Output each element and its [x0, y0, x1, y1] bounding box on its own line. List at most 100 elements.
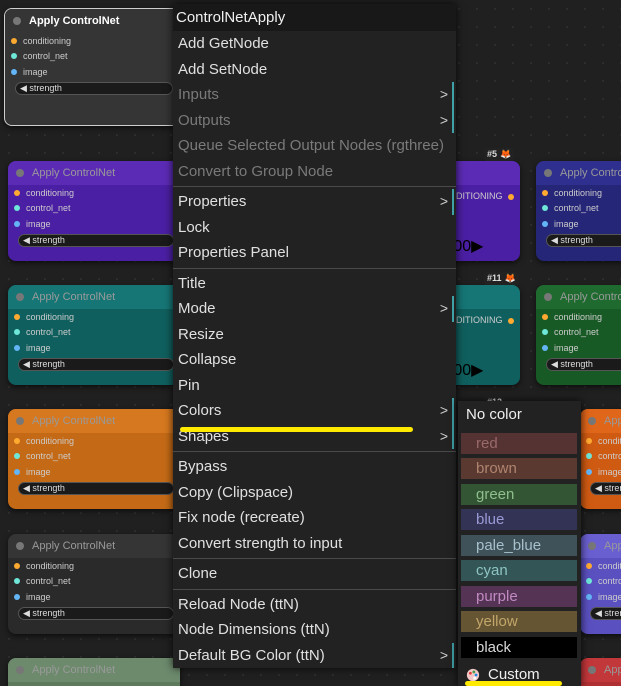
strength-widget[interactable]: ◀ strength — [18, 357, 174, 371]
controlnet-node[interactable]: Apply ControlNet — [580, 658, 621, 686]
strength-widget[interactable]: ◀ strength — [18, 481, 174, 495]
node-header[interactable]: Apply ControlNet — [580, 534, 621, 558]
input-slot-dot[interactable] — [14, 453, 20, 460]
input-slot-dot[interactable] — [586, 453, 592, 460]
menu-item-resize[interactable]: Resize — [173, 322, 456, 348]
node-input-conditioning[interactable]: conditioning — [8, 185, 180, 201]
node-header[interactable]: Apply ControlNet — [8, 285, 180, 309]
node-header[interactable]: Apply ControlNet — [536, 285, 621, 309]
strength-widget[interactable]: ◀ strength — [18, 606, 174, 620]
colors-option-pale-blue[interactable]: pale_blue — [461, 534, 577, 556]
node-input-image[interactable]: image — [8, 340, 180, 356]
node-input-conditioning[interactable]: conditioning — [8, 558, 180, 574]
node-header[interactable]: Apply ControlNet — [8, 161, 180, 185]
node-collapse-dot[interactable] — [16, 666, 24, 674]
node-input-conditioning[interactable]: conditioning — [5, 33, 179, 49]
menu-item-convert-strength-to-input[interactable]: Convert strength to input — [173, 531, 456, 557]
menu-item-lock[interactable]: Lock — [173, 215, 456, 241]
node-collapse-dot[interactable] — [588, 417, 596, 425]
input-slot-dot[interactable] — [542, 344, 548, 351]
strength-widget[interactable]: ◀ strength — [546, 357, 621, 371]
node-input-control-net[interactable]: control_net — [8, 449, 180, 465]
node-collapse-dot[interactable] — [588, 542, 596, 550]
input-slot-dot[interactable] — [14, 220, 20, 227]
input-slot-dot[interactable] — [586, 578, 592, 585]
menu-item-title[interactable]: Title — [173, 271, 456, 297]
menu-item-properties-panel[interactable]: Properties Panel — [173, 240, 456, 266]
input-slot-dot[interactable] — [586, 468, 592, 475]
input-slot-dot[interactable] — [14, 437, 20, 444]
input-slot-dot[interactable] — [542, 329, 548, 336]
controlnet-node[interactable]: Apply ControlNet — [8, 658, 180, 686]
colors-option-brown[interactable]: brown — [461, 458, 577, 479]
controlnet-node[interactable]: Apply ControlNet conditioning control_neti… — [8, 409, 180, 509]
node-input-conditioning[interactable]: conditioning — [536, 309, 621, 325]
input-slot-dot[interactable] — [11, 68, 17, 75]
menu-item-reload-node-ttn[interactable]: Reload Node (ttN) — [173, 592, 456, 618]
menu-item-node-dimensions-ttn[interactable]: Node Dimensions (ttN) — [173, 617, 456, 643]
input-slot-dot[interactable] — [586, 593, 592, 600]
node-input-image[interactable]: image — [8, 464, 180, 480]
input-slot-dot[interactable] — [14, 189, 20, 196]
controlnet-node[interactable]: Apply ControlNet conditioning control_neti… — [536, 285, 621, 385]
node-input-image[interactable]: image — [536, 340, 621, 356]
input-slot-dot[interactable] — [11, 53, 17, 60]
output-slot-dot[interactable] — [507, 317, 514, 324]
menu-item-mode[interactable]: Mode > — [173, 296, 456, 322]
node-input-control-net[interactable]: control_net — [580, 574, 621, 590]
strength-widget[interactable]: ◀ strength — [546, 233, 621, 247]
node-input-image[interactable]: image — [5, 64, 179, 80]
controlnet-node[interactable]: Apply ControlNet conditioning control_neti… — [580, 534, 621, 634]
colors-option-green[interactable]: green — [461, 483, 577, 505]
strength-widget[interactable]: ◀ strength — [15, 81, 173, 95]
menu-item-bypass[interactable]: Bypass — [173, 454, 456, 480]
input-slot-dot[interactable] — [11, 37, 17, 44]
input-slot-dot[interactable] — [542, 189, 548, 196]
node-input-control-net[interactable]: control_net — [536, 201, 621, 217]
output-slot-dot[interactable] — [507, 193, 514, 200]
node-collapse-dot[interactable] — [16, 542, 24, 550]
node-input-image[interactable]: image — [580, 589, 621, 605]
input-slot-dot[interactable] — [586, 437, 592, 444]
node-input-image[interactable]: image — [8, 589, 180, 605]
controlnet-node[interactable]: Apply ControlNet conditioning control_neti… — [8, 534, 180, 634]
controlnet-node[interactable]: Apply ControlNet conditioning control_neti… — [580, 409, 621, 509]
controlnet-node[interactable]: Apply ControlNet conditioning control_neti… — [4, 8, 180, 126]
controlnet-node[interactable]: Apply ControlNet conditioning control_neti… — [536, 161, 621, 261]
node-collapse-dot[interactable] — [16, 169, 24, 177]
node-header[interactable]: Apply ControlNet — [8, 409, 180, 433]
node-input-control-net[interactable]: control_net — [580, 449, 621, 465]
input-slot-dot[interactable] — [586, 562, 592, 569]
input-slot-dot[interactable] — [542, 313, 548, 320]
node-input-image[interactable]: image — [8, 216, 180, 232]
colors-option-red[interactable]: red — [461, 432, 577, 454]
node-collapse-dot[interactable] — [544, 169, 552, 177]
node-input-conditioning[interactable]: conditioning — [536, 185, 621, 201]
colors-option-no-color[interactable]: No color — [458, 401, 581, 428]
strength-widget[interactable]: ◀ strength — [590, 481, 621, 495]
node-collapse-dot[interactable] — [16, 293, 24, 301]
node-collapse-dot[interactable] — [16, 417, 24, 425]
input-slot-dot[interactable] — [542, 205, 548, 212]
node-input-conditioning[interactable]: conditioning — [580, 433, 621, 449]
node-input-control-net[interactable]: control_net — [8, 325, 180, 341]
input-slot-dot[interactable] — [14, 329, 20, 336]
input-slot-dot[interactable] — [14, 468, 20, 475]
input-slot-dot[interactable] — [14, 562, 20, 569]
colors-option-purple[interactable]: purple — [461, 585, 577, 607]
node-input-image[interactable]: image — [580, 464, 621, 480]
menu-item-copy-clipspace[interactable]: Copy (Clipspace) — [173, 480, 456, 506]
colors-option-yellow[interactable]: yellow — [461, 611, 577, 632]
colors-option-black[interactable]: black — [461, 636, 577, 658]
menu-item-clone[interactable]: Clone — [173, 561, 456, 587]
controlnet-node[interactable]: Apply ControlNet conditioning control_neti… — [8, 285, 180, 385]
node-input-image[interactable]: image — [536, 216, 621, 232]
input-slot-dot[interactable] — [14, 205, 20, 212]
input-slot-dot[interactable] — [14, 344, 20, 351]
strength-widget[interactable]: ◀ strength — [18, 233, 174, 247]
node-input-control-net[interactable]: control_net — [8, 574, 180, 590]
node-header[interactable]: Apply ControlNet — [8, 534, 180, 558]
node-collapse-dot[interactable] — [588, 666, 596, 674]
menu-item-add-setnode[interactable]: Add SetNode — [173, 57, 456, 83]
menu-item-colors[interactable]: Colors > — [173, 398, 456, 424]
